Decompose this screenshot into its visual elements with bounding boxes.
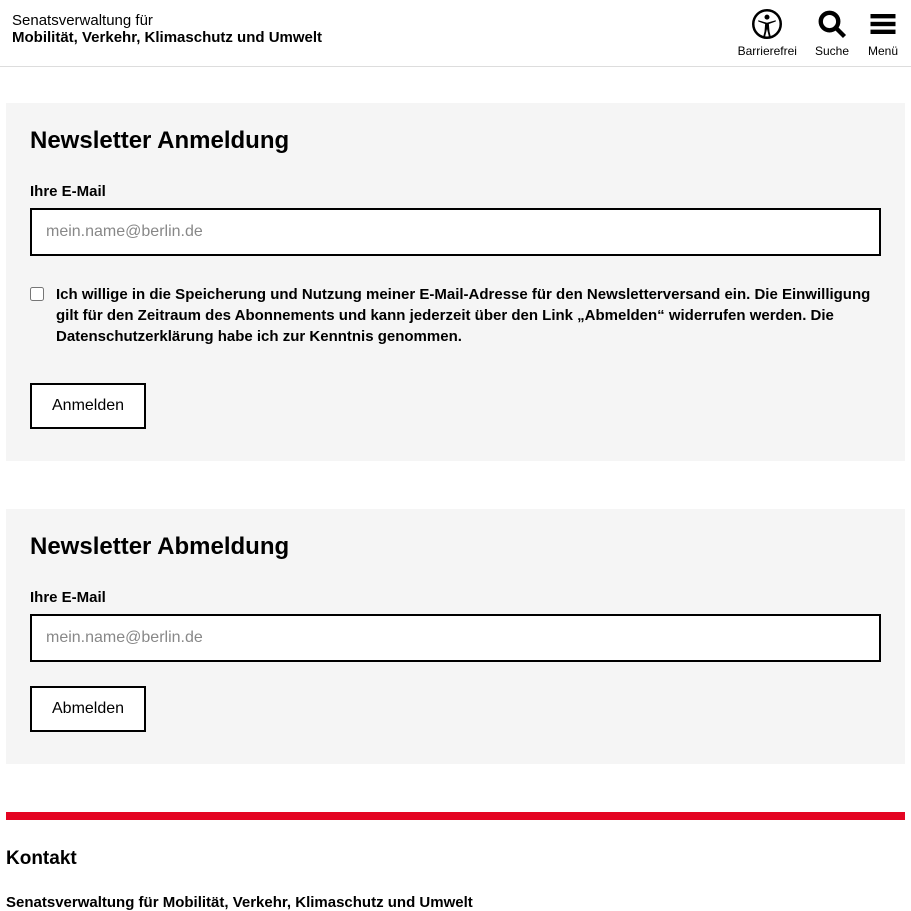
site-title-line2: Mobilität, Verkehr, Klimaschutz und Umwe… (12, 29, 322, 46)
site-header: Senatsverwaltung für Mobilität, Verkehr,… (0, 0, 911, 67)
subscribe-email-input[interactable] (30, 208, 881, 256)
subscribe-button[interactable]: Anmelden (30, 383, 146, 429)
search-label: Suche (815, 44, 849, 58)
site-title-block: Senatsverwaltung für Mobilität, Verkehr,… (12, 8, 322, 46)
subscribe-email-label: Ihre E-Mail (30, 183, 881, 200)
unsubscribe-button[interactable]: Abmelden (30, 686, 146, 732)
unsubscribe-title: Newsletter Abmeldung (30, 533, 881, 561)
unsubscribe-email-label: Ihre E-Mail (30, 589, 881, 606)
search-icon (816, 8, 848, 40)
search-button[interactable]: Suche (815, 8, 849, 58)
divider-red-bar (6, 812, 905, 820)
header-tools: Barrierefrei Suche Menü (738, 8, 899, 58)
footer-org-name: Senatsverwaltung für Mobilität, Verkehr,… (6, 894, 905, 911)
site-title-line1: Senatsverwaltung für (12, 12, 322, 29)
main-content: Newsletter Anmeldung Ihre E-Mail Ich wil… (0, 67, 911, 764)
accessibility-button[interactable]: Barrierefrei (738, 8, 797, 58)
accessibility-label: Barrierefrei (738, 44, 797, 58)
unsubscribe-section: Newsletter Abmeldung Ihre E-Mail Abmelde… (6, 509, 905, 764)
consent-text: Ich willige in die Speicherung und Nutzu… (56, 284, 881, 347)
consent-row: Ich willige in die Speicherung und Nutzu… (30, 284, 881, 347)
consent-checkbox[interactable] (30, 287, 44, 301)
footer: Kontakt Senatsverwaltung für Mobilität, … (0, 820, 911, 911)
unsubscribe-email-input[interactable] (30, 614, 881, 662)
menu-icon (867, 8, 899, 40)
subscribe-section: Newsletter Anmeldung Ihre E-Mail Ich wil… (6, 103, 905, 461)
menu-button[interactable]: Menü (867, 8, 899, 58)
subscribe-title: Newsletter Anmeldung (30, 127, 881, 155)
contact-heading: Kontakt (6, 848, 905, 870)
menu-label: Menü (868, 44, 898, 58)
accessibility-icon (751, 8, 783, 40)
